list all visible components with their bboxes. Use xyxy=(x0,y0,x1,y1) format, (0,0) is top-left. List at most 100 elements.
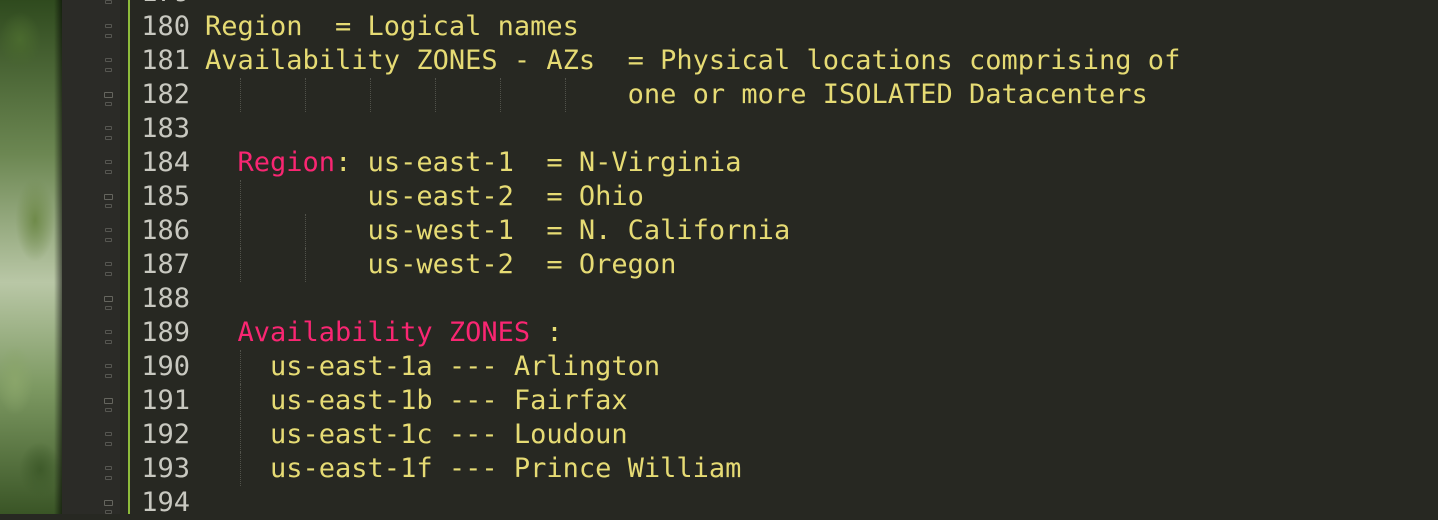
fold-marker-icon xyxy=(104,500,113,506)
fold-marker-icon xyxy=(105,306,112,310)
indent-guide xyxy=(239,452,241,486)
code-line[interactable]: 191 us-east-1b --- Fairfax xyxy=(130,384,1438,418)
line-number: 182 xyxy=(141,79,190,110)
indent-guide xyxy=(304,248,306,282)
fold-marker-icon xyxy=(105,262,112,266)
keyword-token: Availability ZONES xyxy=(237,317,531,348)
line-number: 192 xyxy=(141,419,190,450)
fold-marker-icon xyxy=(105,272,112,276)
code-editor[interactable]: 179180 Region = Logical names 181 Availabil… xyxy=(130,0,1438,518)
code-line[interactable]: 194 xyxy=(130,486,1438,520)
fold-marker-icon xyxy=(105,228,112,232)
indent-guide xyxy=(239,248,241,282)
line-content: Availability ZONES - AZs = Physical loca… xyxy=(205,44,1180,78)
code-line[interactable]: 193 us-east-1f --- Prince William xyxy=(130,452,1438,486)
line-content: us-east-1c --- Loudoun xyxy=(205,418,628,452)
fold-marker-icon xyxy=(105,374,112,378)
fold-marker-icon xyxy=(105,432,112,436)
line-number: 184 xyxy=(141,147,190,178)
indent-guide xyxy=(239,350,241,384)
fold-marker-icon xyxy=(105,238,112,242)
line-content: us-west-2 = Oregon xyxy=(205,248,677,282)
text-token: us-east-1f --- Prince William xyxy=(205,453,742,484)
fold-marker-icon xyxy=(105,68,112,72)
fold-marker-icon xyxy=(105,476,112,480)
fold-marker-icon xyxy=(105,58,112,62)
line-number: 185 xyxy=(141,181,190,212)
text-token: Availability ZONES - AZs = Physical loca… xyxy=(205,45,1181,76)
line-number: 179 xyxy=(130,0,190,10)
text-token: Region = Logical names xyxy=(205,11,579,42)
text-token: us-east-1b --- Fairfax xyxy=(205,385,628,416)
indent-guide xyxy=(304,214,306,248)
code-line[interactable]: 181 Availability ZONES - AZs = Physical l… xyxy=(130,44,1438,78)
line-content: us-east-1f --- Prince William xyxy=(205,452,741,486)
line-content: us-west-1 = N. California xyxy=(205,214,791,248)
code-line[interactable]: 184 Region: us-east-1 = N-Virginia xyxy=(130,146,1438,180)
line-content: us-east-1b --- Fairfax xyxy=(205,384,628,418)
fold-marker-icon xyxy=(105,364,112,368)
indent-guide xyxy=(499,78,501,112)
fold-marker-icon xyxy=(105,24,112,28)
text-token: us-west-2 = Oregon xyxy=(205,249,677,280)
line-number: 187 xyxy=(141,249,190,280)
indent-guide xyxy=(564,78,566,112)
indent-guide xyxy=(369,78,371,112)
text-token: us-east-1c --- Loudoun xyxy=(205,419,628,450)
text-token: us-east-2 = Ohio xyxy=(205,181,644,212)
line-number: 180 xyxy=(141,11,190,42)
line-content: Region: us-east-1 = N-Virginia xyxy=(205,146,742,180)
indent-guide xyxy=(304,78,306,112)
code-line[interactable]: 187 us-west-2 = Oregon xyxy=(130,248,1438,282)
indent-guide xyxy=(434,78,436,112)
fold-marker-icon xyxy=(105,170,112,174)
indent-guide xyxy=(239,214,241,248)
line-number: 189 xyxy=(141,317,190,348)
text-token: : xyxy=(530,317,563,348)
code-line[interactable]: 186 us-west-1 = N. California xyxy=(130,214,1438,248)
indent-guide xyxy=(239,418,241,452)
fold-marker-icon xyxy=(104,92,113,98)
code-line[interactable]: 179 xyxy=(130,0,1438,10)
code-line[interactable]: 192 us-east-1c --- Loudoun xyxy=(130,418,1438,452)
indent-guide xyxy=(239,384,241,418)
line-number: 191 xyxy=(141,385,190,416)
code-line[interactable]: 182 one or more ISOLATED Datacenters xyxy=(130,78,1438,112)
desktop-wallpaper xyxy=(0,0,62,514)
fold-marker-icon xyxy=(105,136,112,140)
code-line[interactable]: 190 us-east-1a --- Arlington xyxy=(130,350,1438,384)
line-number: 194 xyxy=(141,487,190,518)
code-line[interactable]: 185 us-east-2 = Ohio xyxy=(130,180,1438,214)
text-token: one or more ISOLATED Datacenters xyxy=(205,79,1148,110)
line-content: Availability ZONES : xyxy=(205,316,563,350)
line-content: us-east-2 = Ohio xyxy=(205,180,644,214)
line-number: 190 xyxy=(141,351,190,382)
indent-guide xyxy=(239,180,241,214)
text-token: us-east-1a --- Arlington xyxy=(205,351,661,382)
fold-marker-icon xyxy=(105,0,112,4)
line-number: 181 xyxy=(141,45,190,76)
indent-guide xyxy=(239,78,241,112)
fold-marker-icon xyxy=(105,340,112,344)
fold-marker-icon xyxy=(105,466,112,470)
code-line[interactable]: 188 xyxy=(130,282,1438,316)
fold-marker-icon xyxy=(104,398,113,404)
line-number: 188 xyxy=(141,283,190,314)
line-number: 186 xyxy=(141,215,190,246)
fold-marker-icon xyxy=(105,204,112,208)
line-number: 183 xyxy=(141,113,190,144)
fold-marker-icon xyxy=(105,102,112,106)
fold-gutter xyxy=(62,0,120,514)
keyword-token: Region xyxy=(237,147,336,178)
fold-marker-icon xyxy=(105,126,112,130)
fold-marker-icon xyxy=(105,510,112,514)
line-content: Region = Logical names xyxy=(205,10,579,44)
code-line[interactable]: 183 xyxy=(130,112,1438,146)
code-line[interactable]: 189 Availability ZONES : xyxy=(130,316,1438,350)
fold-marker-icon xyxy=(104,194,113,200)
text-token: us-west-1 = N. California xyxy=(205,215,791,246)
code-line[interactable]: 180 Region = Logical names xyxy=(130,10,1438,44)
line-content: one or more ISOLATED Datacenters xyxy=(205,78,1148,112)
